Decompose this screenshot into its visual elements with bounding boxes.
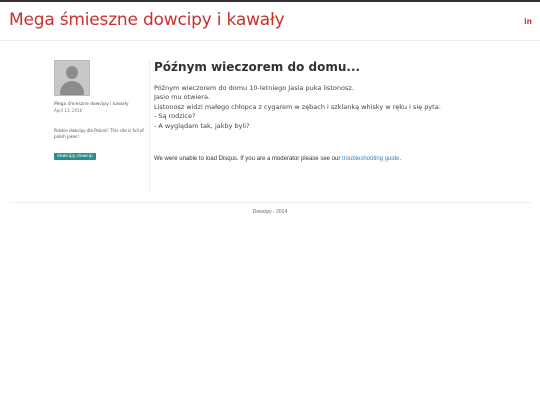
post-title: Późnym wieczorem do domu... bbox=[154, 60, 361, 74]
post-line: - Są rodzice? bbox=[154, 112, 196, 121]
post-line: Listonosz widzi małego chłopca z cygarem… bbox=[154, 102, 441, 111]
post-content: Późnym wieczorem do domu... Późnym wiecz… bbox=[154, 60, 524, 162]
post-date: April 13, 2016 bbox=[54, 108, 83, 113]
site-header: Mega śmieszne dowcipy i kawały in bbox=[0, 2, 540, 41]
post-line: - A wyglądam tak, jakby byli? bbox=[154, 121, 250, 130]
footer-divider bbox=[9, 202, 531, 203]
post-sidebar: Mega śmieszne dowcipy i kawały April 13,… bbox=[54, 60, 148, 161]
post-line: Jasio mu otwiera. bbox=[154, 93, 211, 102]
column-divider bbox=[149, 60, 150, 192]
linkedin-icon[interactable]: in bbox=[524, 17, 532, 26]
site-description: Polskie dowcipy dla Polonii! This site i… bbox=[54, 128, 144, 139]
disqus-message-suffix: . bbox=[399, 156, 402, 163]
disqus-error-message: We were unable to load Disqus. If you ar… bbox=[154, 156, 524, 162]
post-line: Późnym wieczorem do domu 10-letniego Jas… bbox=[154, 84, 354, 92]
avatar bbox=[54, 60, 90, 96]
disqus-message-text: We were unable to load Disqus. If you ar… bbox=[154, 156, 342, 163]
troubleshooting-guide-link[interactable]: troubleshooting guide bbox=[342, 156, 399, 162]
avatar-head-shape bbox=[66, 66, 78, 79]
footer-text: Dowcipy - 2014 bbox=[252, 209, 288, 215]
post-body: Późnym wieczorem do domu 10-letniego Jas… bbox=[154, 84, 524, 131]
avatar-body-shape bbox=[60, 81, 84, 95]
tag-badge[interactable]: dowcipy,dowcip bbox=[54, 153, 96, 160]
site-title-link[interactable]: Mega śmieszne dowcipy i kawały bbox=[9, 10, 285, 30]
